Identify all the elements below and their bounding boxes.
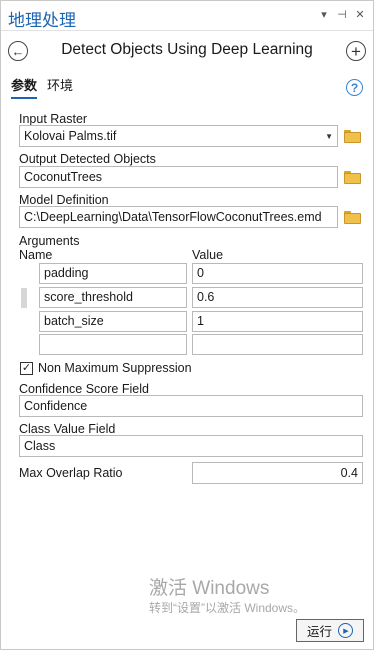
- tab-parameters[interactable]: 参数: [11, 75, 38, 99]
- class-field-label: Class Value Field: [19, 422, 116, 436]
- activation-watermark-subtitle: 转到“设置”以激活 Windows。: [149, 601, 306, 615]
- pane-menu-icon[interactable]: ▾: [319, 8, 329, 21]
- class-field-input[interactable]: Class: [19, 435, 363, 457]
- pane-close-icon[interactable]: ✕: [355, 8, 365, 21]
- input-raster-value: Kolovai Palms.tif: [24, 129, 117, 143]
- run-button[interactable]: 运行 ▶: [296, 619, 364, 642]
- argument-name-cell: score_threshold: [39, 287, 187, 308]
- pane-pin-icon[interactable]: ⊣: [337, 8, 347, 21]
- confidence-field-input[interactable]: Confidence: [19, 395, 363, 417]
- confidence-field-label: Confidence Score Field: [19, 382, 149, 396]
- output-objects-label: Output Detected Objects: [19, 152, 156, 166]
- tool-header: ← Detect Objects Using Deep Learning +: [1, 31, 373, 71]
- tab-environments[interactable]: 环境: [47, 75, 73, 99]
- arguments-value-header: Value: [192, 248, 224, 262]
- help-icon[interactable]: ?: [346, 79, 363, 96]
- output-objects-input[interactable]: CoconutTrees: [19, 166, 338, 188]
- model-definition-label: Model Definition: [19, 193, 109, 207]
- argument-name-cell: padding: [39, 263, 187, 284]
- play-icon: ▶: [338, 623, 353, 638]
- input-raster-dropdown[interactable]: Kolovai Palms.tif ▼: [19, 125, 338, 147]
- argument-name-cell: batch_size: [39, 311, 187, 332]
- pane-titlebar: 地理处理 ▾ ⊣ ✕: [1, 1, 373, 31]
- folder-icon[interactable]: [344, 211, 361, 224]
- argument-value-cell[interactable]: 0.6: [192, 287, 363, 308]
- pane-title: 地理处理: [8, 11, 76, 30]
- argument-name-cell[interactable]: [39, 334, 187, 355]
- argument-value-cell[interactable]: 0: [192, 263, 363, 284]
- geoprocessing-pane: 地理处理 ▾ ⊣ ✕ ← Detect Objects Using Deep L…: [0, 0, 374, 650]
- activation-watermark-title: 激活 Windows: [149, 578, 270, 599]
- chevron-down-icon: ▼: [325, 132, 333, 141]
- argument-value-cell[interactable]: 1: [192, 311, 363, 332]
- row-drag-handle[interactable]: [21, 288, 27, 308]
- nms-checkbox[interactable]: ✓: [20, 362, 33, 375]
- max-overlap-label: Max Overlap Ratio: [19, 466, 123, 480]
- pane-controls: ▾ ⊣ ✕: [319, 8, 365, 21]
- folder-icon[interactable]: [344, 171, 361, 184]
- tab-bar: 参数 环境: [11, 75, 73, 99]
- input-raster-label: Input Raster: [19, 112, 88, 126]
- run-button-label: 运行: [306, 625, 332, 639]
- folder-icon[interactable]: [344, 130, 361, 143]
- tool-title: Detect Objects Using Deep Learning: [61, 41, 313, 58]
- arguments-label: Arguments: [19, 234, 80, 248]
- max-overlap-input[interactable]: 0.4: [192, 462, 363, 484]
- argument-value-cell[interactable]: [192, 334, 363, 355]
- arguments-name-header: Name: [19, 248, 53, 262]
- nms-label: Non Maximum Suppression: [38, 361, 192, 375]
- plus-icon: +: [351, 41, 361, 61]
- add-button[interactable]: +: [346, 41, 366, 61]
- model-definition-input[interactable]: C:\DeepLearning\Data\TensorFlowCoconutTr…: [19, 206, 338, 228]
